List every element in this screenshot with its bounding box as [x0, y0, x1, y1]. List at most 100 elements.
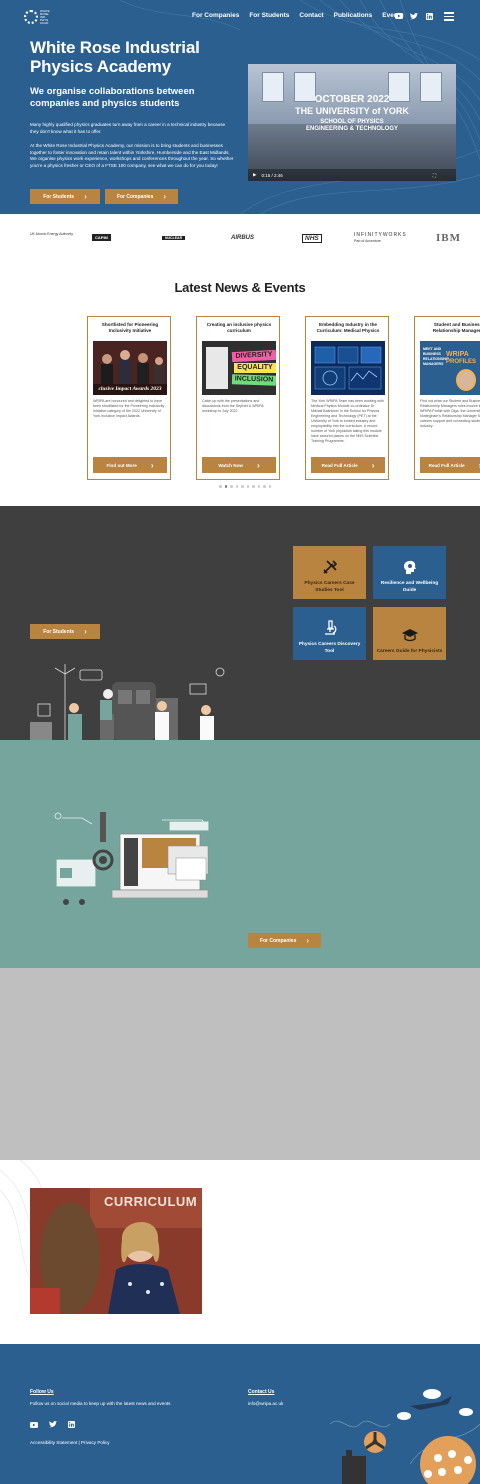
sticky-note-equality: EQUALITY [234, 363, 276, 373]
news-card-button[interactable]: Read Full Article› [420, 457, 480, 473]
linkedin-icon[interactable] [68, 1415, 75, 1433]
hero-subtitle: We organise collaborations between compa… [30, 86, 195, 109]
news-card-text: WRIPA are honoured and delighted to have… [93, 399, 165, 418]
partner-logo-airbus[interactable]: AIRBUS [231, 235, 254, 241]
tile-case-studies-tool[interactable]: Physics Careers Case Studies Tool [293, 546, 366, 599]
button-label: For Companies [116, 193, 154, 200]
linkedin-icon[interactable] [425, 12, 433, 20]
news-card-button[interactable]: Watch Now › [202, 457, 276, 473]
button-label: Watch Now [218, 462, 243, 468]
tile-label: Physics Careers Discovery Tool [298, 642, 361, 654]
hamburger-menu-icon[interactable] [444, 12, 454, 21]
students-section: For Students › Physics Careers Case Studi… [0, 506, 480, 740]
hero-title: White Rose Industrial Physics Academy [30, 38, 200, 76]
tile-resilience-guide[interactable]: Resilience and Wellbeing Guide [373, 546, 446, 599]
hero-paragraph-2: At the White Rose Industrial Physics Aca… [30, 143, 234, 168]
companies-section-button[interactable]: For Companies › [248, 933, 321, 948]
hero-for-companies-button[interactable]: For Companies › [105, 189, 178, 204]
hero-for-students-button[interactable]: For Students › [30, 189, 100, 204]
carousel-dot[interactable] [257, 485, 260, 488]
video-title-line4: ENGINEERING & TECHNOLOGY [305, 126, 398, 132]
carousel-dot[interactable] [230, 485, 233, 488]
footer-social-links [30, 1415, 75, 1433]
carousel-dot[interactable] [241, 485, 244, 488]
button-label: For Students [43, 193, 75, 200]
video-time: 0:15 / 2:46 [261, 172, 283, 178]
hero-video-player[interactable]: OCTOBER 2022 THE UNIVERSITY of YORK SCHO… [248, 64, 456, 181]
news-card: Student and Business Relationship Manage… [414, 316, 480, 480]
tile-label: Careers Guide for Physicists [376, 648, 443, 654]
chevron-right-icon: › [163, 191, 167, 201]
sticky-note-diversity: DIVERSITY [231, 349, 276, 363]
youtube-icon[interactable] [30, 1415, 38, 1433]
news-card-button[interactable]: Read Full Article› [311, 457, 385, 473]
carousel-dot[interactable] [263, 485, 266, 488]
notebook-illustration [206, 347, 228, 389]
news-card-button[interactable]: Find out More › [93, 457, 167, 473]
tile-label: Resilience and Wellbeing Guide [380, 581, 439, 593]
laptop-dashboard-illustration [54, 812, 209, 905]
button-label: For Companies [259, 937, 297, 944]
nav-contact[interactable]: Contact [299, 12, 323, 19]
twitter-icon[interactable] [49, 1415, 57, 1433]
nav-for-students[interactable]: For Students [249, 12, 289, 19]
students-section-button[interactable]: For Students › [30, 624, 100, 639]
carousel-dot[interactable] [235, 485, 238, 488]
news-card-text: The York WRIPA Team has been working wit… [311, 399, 384, 443]
button-label: Find out More [106, 462, 137, 468]
tile-careers-discovery-tool[interactable]: Physics Careers Discovery Tool [293, 607, 366, 660]
news-card-title: Creating an inclusive physics curriculum [206, 322, 272, 333]
event-photo: CURRICULUM [30, 1188, 202, 1314]
tile-careers-guide[interactable]: Careers Guide for Physicists [373, 607, 446, 660]
tools-icon [322, 560, 337, 574]
video-title-line2: THE UNIVERSITY of YORK [295, 106, 409, 116]
footer-email-link[interactable]: info@wripa.ac.uk [248, 1401, 283, 1406]
partner-logo-nhs[interactable]: NHS [302, 234, 322, 243]
video-controls-bar: ▶ 0:15 / 2:46 ⛶ [248, 169, 456, 181]
news-card-text: Catch up with the presentations and disc… [202, 399, 264, 413]
news-card-image: MEET AND BUSINESS RELATIONSHIP MANAGERS WRI… [420, 341, 480, 395]
chevron-right-icon: › [84, 626, 87, 636]
head-brain-icon [403, 560, 416, 574]
play-icon[interactable]: ▶ [253, 172, 256, 178]
video-title-line3: SCHOOL OF PHYSICS [320, 119, 384, 125]
partner-logo-capim[interactable]: CAPIM [92, 234, 111, 241]
carousel-dot-active[interactable] [224, 485, 227, 488]
partner-logo-ibm[interactable]: IBM [436, 232, 461, 244]
partner-logo-infinityworks[interactable]: INFINITYWORKS [354, 232, 407, 238]
companies-section: For Companies › [0, 740, 480, 968]
news-section-title: Latest News & Events [174, 280, 306, 295]
news-card-text: Find out what our Student and Business R… [420, 399, 480, 428]
twitter-icon[interactable] [410, 12, 418, 20]
carousel-dot[interactable] [268, 485, 271, 488]
nav-for-companies[interactable]: For Companies [192, 12, 239, 19]
partner-logos-strip: UK Atomic Energy Authority CAPIM NUCLEAR… [0, 214, 480, 262]
partner-logo-nuclear[interactable]: NUCLEAR [162, 236, 186, 240]
footer-follow-text: Follow us on social media to keep up wit… [30, 1401, 171, 1406]
empty-content-block [0, 968, 480, 1160]
microscope-icon [324, 620, 336, 635]
carousel-dot[interactable] [219, 485, 222, 488]
site-footer: Follow Us Follow us on social media to k… [0, 1344, 480, 1484]
graduation-cap-icon [401, 628, 418, 641]
tile-label: Physics Careers Case Studies Tool [304, 581, 355, 593]
youtube-icon[interactable] [395, 12, 403, 20]
footer-legal-links[interactable]: Accessibility Statement | Privacy Policy [30, 1440, 110, 1445]
video-title-line1: OCTOBER 2022 [314, 94, 390, 105]
chevron-right-icon: › [150, 460, 154, 470]
header-social-links [395, 12, 433, 20]
carousel-dot[interactable] [246, 485, 249, 488]
carousel-dot[interactable] [252, 485, 255, 488]
news-card-title: Shortlisted for Pioneering Inclusivity I… [101, 322, 159, 333]
footer-follow-heading: Follow Us [30, 1389, 54, 1395]
partner-logo-ukaea[interactable]: UK Atomic Energy Authority [30, 232, 73, 236]
footer-contact-heading: Contact Us [248, 1389, 275, 1395]
news-card-image: clusive Impact Awards 2023 [93, 341, 167, 395]
chevron-right-icon: › [306, 935, 310, 945]
engineers-illustration [30, 664, 225, 740]
fullscreen-icon[interactable]: ⛶ [433, 173, 436, 178]
wripa-logo[interactable]: WHITE ROSE IND PHYS ACAD [24, 8, 54, 26]
nav-publications[interactable]: Publications [334, 12, 373, 19]
photo-banner-text: CURRICULUM [104, 1194, 198, 1209]
hero-section: WHITE ROSE IND PHYS ACAD For Companies F… [0, 0, 480, 214]
